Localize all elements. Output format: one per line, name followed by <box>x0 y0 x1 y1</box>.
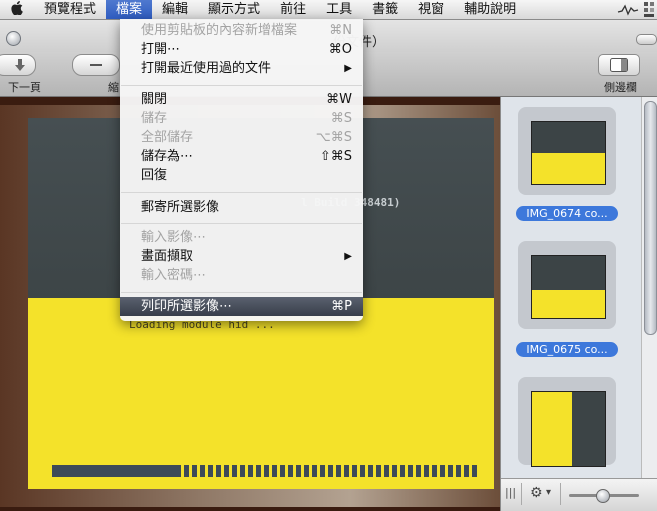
menu-item-shortcut: ⌘W <box>326 92 352 107</box>
status-area <box>617 0 657 19</box>
apple-menu-icon[interactable] <box>0 0 34 19</box>
thumbnail-item[interactable] <box>518 241 616 329</box>
zoom-label: 縮 <box>108 81 119 94</box>
column-resize-icon[interactable]: ||| <box>505 486 516 499</box>
menu-item-label: 輸入密碼⋯ <box>141 268 207 283</box>
menu-item-label: 輸入影像⋯ <box>141 230 207 245</box>
menu-item-label: 打開⋯ <box>141 42 181 57</box>
menu-item-shortcut: ⌘O <box>328 42 352 57</box>
thumbnail-sidebar[interactable]: IMG_0674 co... IMG_0675 co... ||| ⚙ ▾ <box>500 97 657 511</box>
menu-separator <box>121 223 362 224</box>
arrow-down-icon <box>15 59 25 71</box>
next-page-button[interactable] <box>0 54 36 76</box>
menu-item-import-image[interactable]: 輸入影像⋯ <box>120 228 363 247</box>
menu-item-label: 打開最近使用過的文件 <box>141 61 272 76</box>
menu-item-shortcut: ⌘P <box>331 299 352 314</box>
action-gear-button[interactable]: ⚙ ▾ <box>521 483 561 505</box>
thumbnail-image <box>531 121 606 185</box>
menu-item-label: 回復 <box>141 168 168 183</box>
menu-item-save-all[interactable]: 全部儲存 ⌥⌘S <box>120 128 363 147</box>
thumbnail-image <box>531 391 606 467</box>
menu-separator <box>121 192 362 193</box>
menu-item-new-from-clipboard[interactable]: 使用剪貼板的內容新增檔案 ⌘N <box>120 21 363 40</box>
slider-knob[interactable] <box>596 489 610 503</box>
menu-item-label: 儲存 <box>141 111 168 126</box>
menu-bookmarks[interactable]: 書籤 <box>362 0 408 19</box>
menu-file[interactable]: 檔案 <box>106 0 153 19</box>
menu-bar: 預覽程式 檔案 編輯 顯示方式 前往 工具 書籤 視窗 輔助說明 <box>0 0 657 20</box>
progress-bar-filled <box>52 465 176 477</box>
zoom-out-button[interactable] <box>72 54 120 76</box>
menu-item-print-selected[interactable]: 列印所選影像⋯ ⌘P <box>120 297 363 316</box>
menu-item-shortcut: ⌘N <box>329 23 352 38</box>
menu-item-grab[interactable]: 畫面擷取 ▶ <box>120 247 363 266</box>
sidebar-scrollbar[interactable] <box>641 97 657 478</box>
menu-item-close[interactable]: 關閉 ⌘W <box>120 90 363 109</box>
thumbnail-item[interactable] <box>518 107 616 195</box>
menu-go[interactable]: 前往 <box>270 0 316 19</box>
memory-meter-icon[interactable] <box>643 1 657 18</box>
thumbnail-image <box>531 255 606 319</box>
close-window-button[interactable] <box>6 31 21 46</box>
menu-item-enter-password[interactable]: 輸入密碼⋯ <box>120 266 363 285</box>
sidebar-label: 側邊欄 <box>604 81 637 94</box>
menu-item-label: 使用剪貼板的內容新增檔案 <box>141 23 298 38</box>
gear-icon: ⚙ <box>530 485 543 501</box>
menu-item-save-as[interactable]: 儲存為⋯ ⇧⌘S <box>120 147 363 166</box>
menu-separator <box>121 292 362 293</box>
menu-item-mail-selected[interactable]: 郵寄所選影像 <box>120 198 363 217</box>
menu-item-label: 儲存為⋯ <box>141 149 194 164</box>
scrollbar-thumb[interactable] <box>644 101 657 335</box>
menu-view[interactable]: 顯示方式 <box>198 0 270 19</box>
file-menu-dropdown: 使用剪貼板的內容新增檔案 ⌘N 打開⋯ ⌘O 打開最近使用過的文件 ▶ 關閉 ⌘… <box>120 19 363 321</box>
sidebar-toggle-button[interactable] <box>598 54 640 76</box>
progress-bar-remaining <box>176 465 480 477</box>
menu-item-open[interactable]: 打開⋯ ⌘O <box>120 40 363 59</box>
menu-window[interactable]: 視窗 <box>408 0 454 19</box>
minus-icon <box>90 64 102 66</box>
menu-item-label: 關閉 <box>141 92 168 107</box>
menu-tools[interactable]: 工具 <box>316 0 362 19</box>
thumbnail-label[interactable]: IMG_0675 co... <box>516 342 618 357</box>
menu-preview[interactable]: 預覽程式 <box>34 0 106 19</box>
menu-item-shortcut: ⇧⌘S <box>319 149 352 164</box>
thumbnail-label[interactable]: IMG_0674 co... <box>516 206 618 221</box>
menu-item-label: 畫面擷取 <box>141 249 194 264</box>
menu-item-save[interactable]: 儲存 ⌘S <box>120 109 363 128</box>
submenu-arrow-icon: ▶ <box>344 251 352 262</box>
menu-item-open-recent[interactable]: 打開最近使用過的文件 ▶ <box>120 59 363 78</box>
menu-item-shortcut: ⌘S <box>330 111 352 126</box>
thumbnail-item[interactable] <box>518 377 616 467</box>
menu-item-revert[interactable]: 回復 <box>120 166 363 185</box>
menu-item-label: 全部儲存 <box>141 130 194 145</box>
sidebar-bottom-bar: ||| ⚙ ▾ <box>501 478 657 511</box>
menu-item-label: 列印所選影像⋯ <box>141 299 233 314</box>
menu-item-label: 郵寄所選影像 <box>141 200 220 215</box>
activity-monitor-icon[interactable] <box>617 2 639 18</box>
menu-edit[interactable]: 編輯 <box>152 0 198 19</box>
thumbnail-size-slider[interactable] <box>569 489 639 503</box>
submenu-arrow-icon: ▶ <box>344 63 352 74</box>
chevron-down-icon: ▾ <box>546 487 552 498</box>
menu-item-shortcut: ⌥⌘S <box>315 130 352 145</box>
sidebar-icon <box>610 58 628 72</box>
menu-help[interactable]: 輔助說明 <box>454 0 526 19</box>
menu-separator <box>121 85 362 86</box>
toolbar-toggle-button[interactable] <box>636 34 657 45</box>
next-page-label: 下一頁 <box>8 81 41 94</box>
